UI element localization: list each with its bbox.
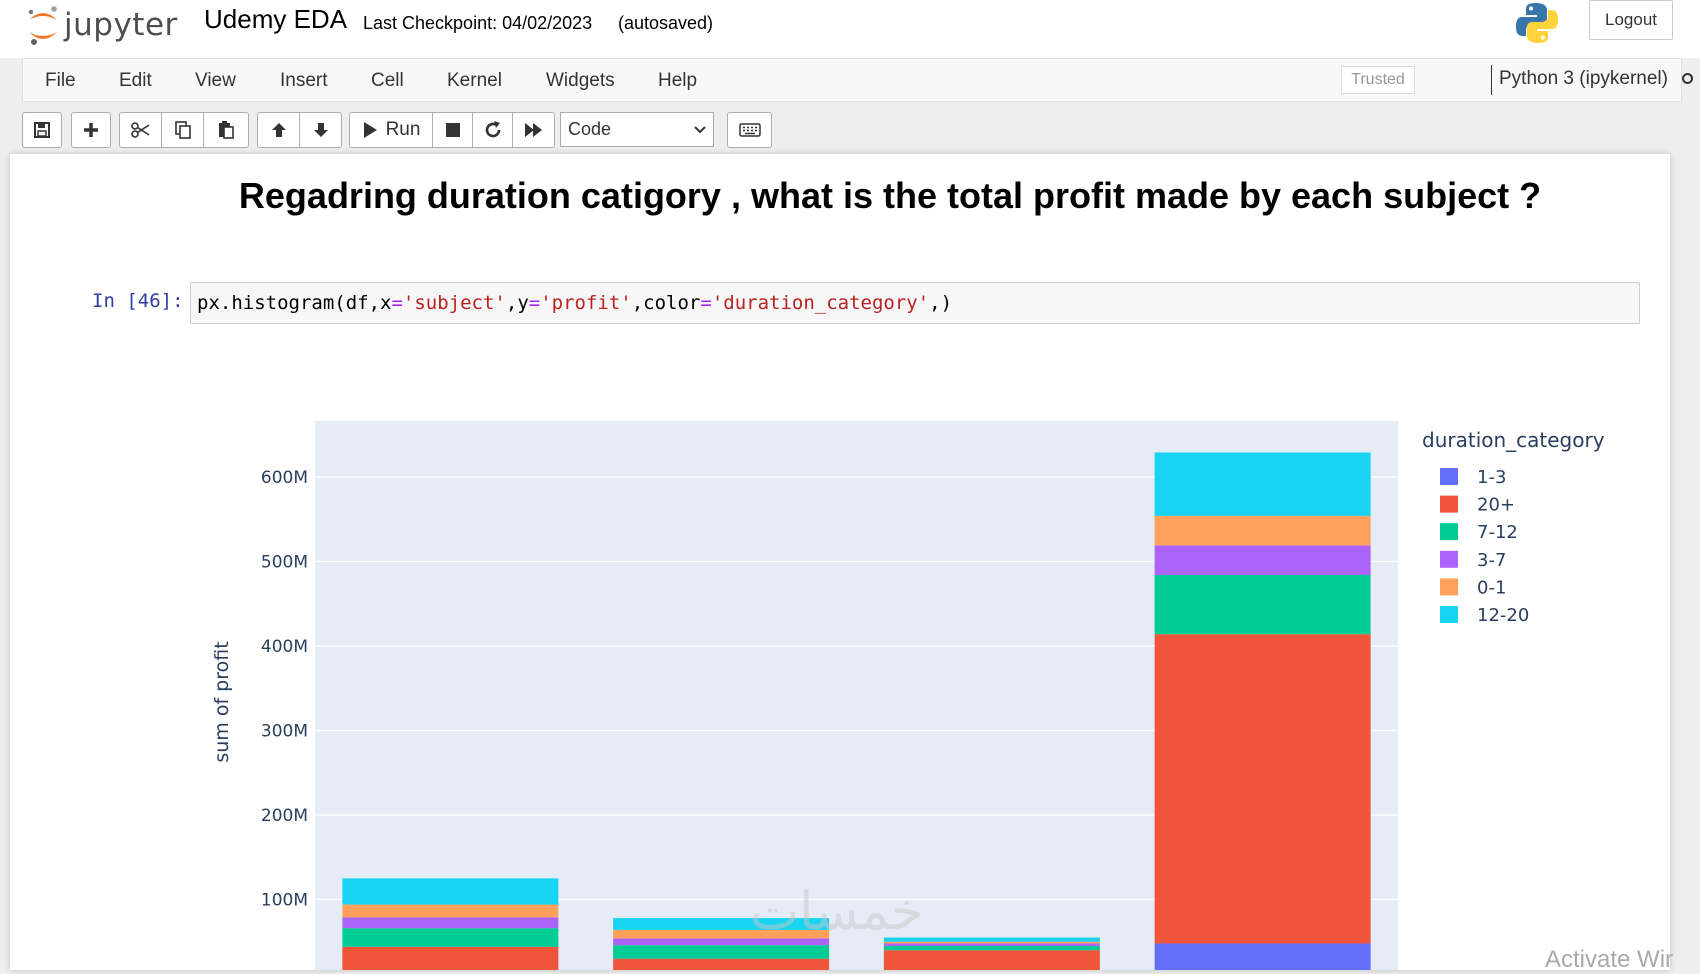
y-tick-label: 200M: [261, 806, 308, 826]
notebook-container: Regadring duration catigory , what is th…: [10, 154, 1670, 970]
cell-type-select[interactable]: Code: [560, 112, 714, 147]
bar-segment: [1154, 575, 1371, 635]
chevron-down-icon: [694, 126, 706, 134]
run-label: Run: [385, 119, 421, 140]
bar-segment: [613, 958, 830, 970]
menu-bar: File Edit View Insert Cell Kernel Widget…: [22, 58, 1693, 102]
save-button[interactable]: [22, 112, 62, 148]
bar-segment: [883, 941, 1100, 944]
plus-icon: [84, 123, 98, 137]
bar-segment: [1154, 515, 1371, 546]
jupyter-logo-text: jupyter: [64, 7, 178, 43]
y-tick-label: 300M: [261, 722, 308, 742]
menu-cell[interactable]: Cell: [371, 70, 404, 92]
menu-view[interactable]: View: [195, 70, 236, 92]
toolbar: Run: [0, 104, 1700, 154]
menu-file[interactable]: File: [45, 70, 76, 92]
y-tick-label: 400M: [261, 637, 308, 657]
last-checkpoint: Last Checkpoint: 04/02/2023: [363, 13, 593, 33]
y-axis-label: sum of profit: [211, 641, 233, 762]
interrupt-button[interactable]: [432, 112, 473, 148]
legend-swatch: [1440, 578, 1458, 596]
save-icon: [34, 122, 50, 138]
restart-run-all-button[interactable]: [512, 112, 555, 148]
legend-title: duration_category: [1422, 428, 1605, 452]
restart-button[interactable]: [472, 112, 513, 148]
bar-segment: [1154, 943, 1371, 970]
move-up-button[interactable]: [257, 112, 300, 148]
copy-icon: [174, 121, 191, 139]
legend-label: 12-20: [1477, 605, 1529, 626]
bar-segment: [1154, 545, 1371, 576]
cut-button[interactable]: [119, 112, 162, 148]
run-button[interactable]: Run: [349, 112, 433, 148]
legend-label: 0-1: [1477, 577, 1506, 598]
y-tick-label: 500M: [261, 553, 308, 573]
menu-help[interactable]: Help: [658, 70, 697, 92]
keyboard-icon: [738, 123, 761, 137]
bar-segment: [342, 917, 559, 929]
play-icon: [363, 122, 377, 138]
menu-kernel[interactable]: Kernel: [447, 70, 502, 92]
kernel-name[interactable]: Python 3 (ipykernel): [1499, 68, 1668, 90]
python-icon: [1514, 0, 1560, 51]
stop-icon: [445, 123, 460, 137]
legend-swatch: [1440, 495, 1458, 513]
legend-swatch: [1440, 523, 1458, 541]
kernel-status-icon: [1682, 73, 1693, 84]
bar-segment: [342, 904, 559, 918]
arrow-up-icon: [271, 123, 286, 137]
scissors-icon: [130, 122, 149, 138]
bar-segment: [1154, 634, 1371, 944]
command-palette-button[interactable]: [727, 112, 772, 148]
legend-swatch: [1440, 468, 1458, 485]
move-down-button[interactable]: [299, 112, 342, 148]
legend-swatch: [1440, 606, 1458, 623]
paste-button[interactable]: [203, 112, 249, 148]
restart-icon: [485, 121, 500, 138]
trusted-badge[interactable]: Trusted: [1341, 66, 1415, 94]
legend-label: 7-12: [1477, 522, 1518, 543]
y-tick-label: 100M: [261, 891, 308, 911]
bar-segment: [883, 945, 1100, 951]
watermark: خمسات: [750, 882, 924, 942]
menu-insert[interactable]: Insert: [280, 70, 328, 92]
fast-forward-icon: [524, 123, 542, 137]
bar-segment: [342, 946, 559, 970]
paste-icon: [219, 121, 234, 139]
cell-type-value: Code: [568, 119, 612, 139]
menu-widgets[interactable]: Widgets: [546, 70, 615, 92]
bar-segment: [342, 928, 559, 947]
arrow-down-icon: [313, 123, 328, 137]
jupyter-logo[interactable]: jupyter: [26, 2, 178, 48]
bar-segment: [342, 878, 559, 905]
copy-button[interactable]: [161, 112, 204, 148]
bar-segment: [613, 945, 830, 959]
insert-cell-button[interactable]: [71, 112, 111, 148]
legend-label: 1-3: [1477, 467, 1506, 488]
notebook-name[interactable]: Udemy EDA: [204, 4, 347, 35]
histogram-chart[interactable]: 100M 200M 300M 400M 500M 600M sum of profit dur…: [10, 154, 1670, 970]
menu-edit[interactable]: Edit: [119, 70, 152, 92]
jupyter-logo-icon: [28, 6, 57, 45]
bar-segment: [883, 950, 1100, 970]
logout-button[interactable]: Logout: [1589, 0, 1673, 40]
y-tick-label: 600M: [261, 468, 308, 488]
legend-label: 3-7: [1477, 550, 1506, 571]
legend-label: 20+: [1477, 495, 1515, 516]
bar-segment: [1154, 452, 1371, 516]
header: jupyter Udemy EDA Last Checkpoint: 04/02…: [0, 0, 1700, 58]
bar-segment: [883, 943, 1100, 946]
kernel-separator: [1491, 65, 1492, 95]
legend-swatch: [1440, 550, 1458, 568]
autosave-status: (autosaved): [618, 13, 714, 33]
